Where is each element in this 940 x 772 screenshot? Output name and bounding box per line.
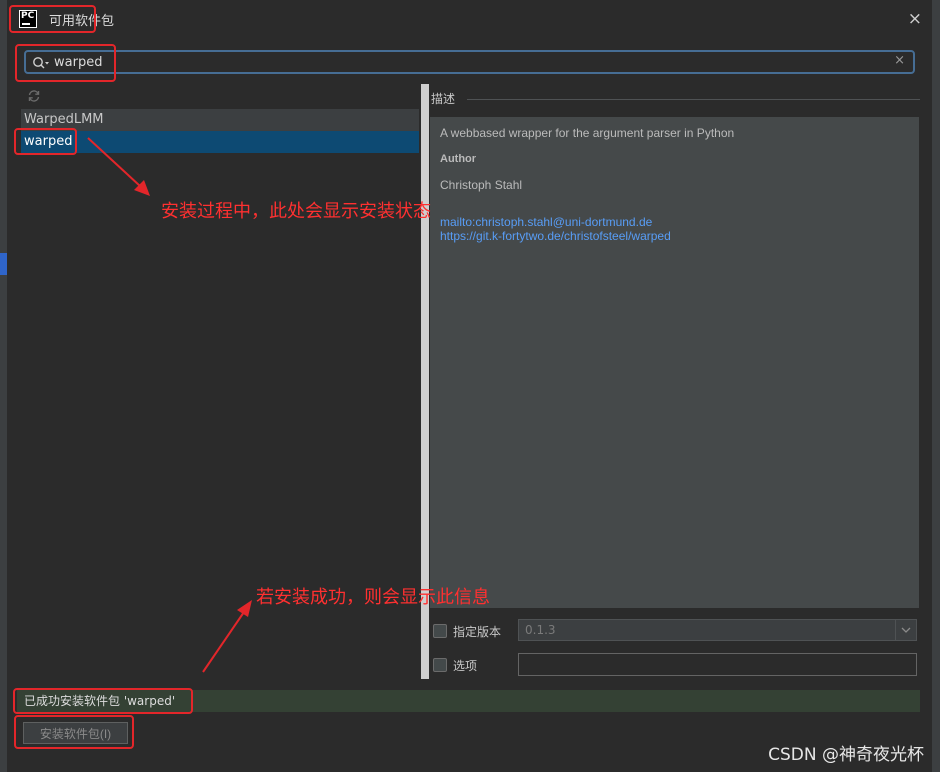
install-status-note: 安装过程中，此处会显示安装状态 (161, 201, 431, 222)
success-note: 若安装成功，则会显示此信息 (256, 587, 490, 608)
csdn-watermark: CSDN @神奇夜光杯 (768, 745, 924, 765)
annotation-arrows (87, 137, 252, 673)
